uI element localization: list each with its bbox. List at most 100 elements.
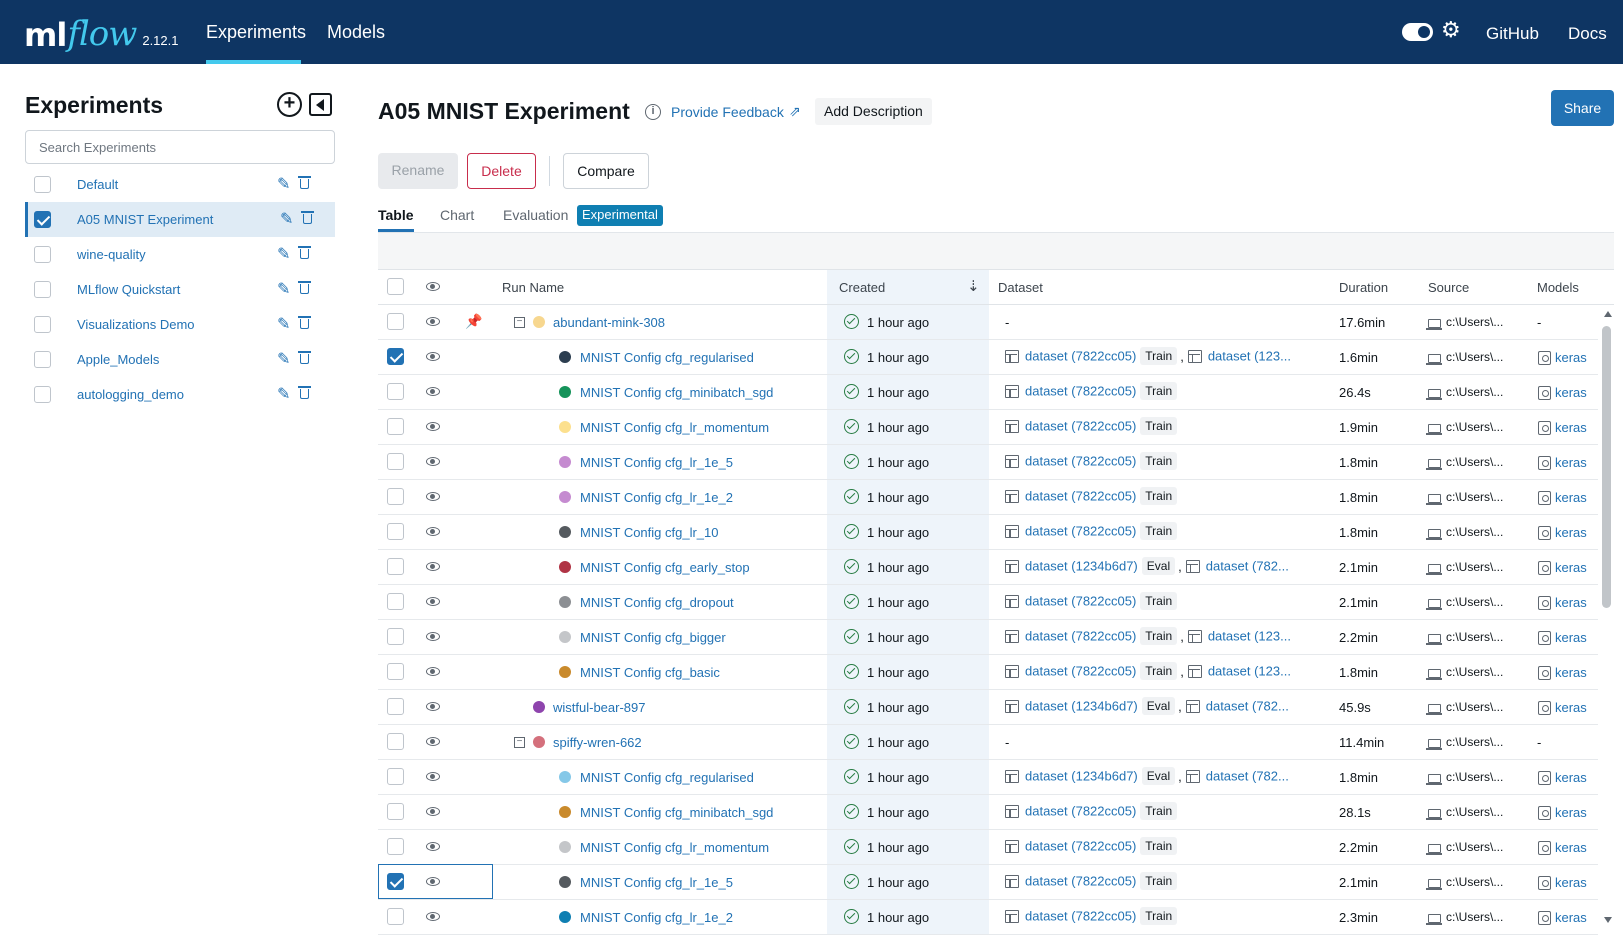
info-icon[interactable]: i	[645, 104, 661, 120]
run-source[interactable]: c:\Users\...	[1446, 665, 1503, 679]
eye-icon[interactable]	[426, 842, 440, 851]
dataset-link[interactable]: dataset (7822cc05)	[1025, 874, 1136, 889]
dataset-link[interactable]: dataset (7822cc05)	[1025, 384, 1136, 399]
dataset-link[interactable]: dataset (1234b6d7)	[1025, 699, 1138, 714]
experiment-name[interactable]: Default	[77, 177, 118, 192]
dataset-link[interactable]: dataset (7822cc05)	[1025, 594, 1136, 609]
eye-icon[interactable]	[426, 387, 440, 396]
column-source[interactable]: Source	[1428, 280, 1469, 295]
eye-icon[interactable]	[426, 632, 440, 641]
run-name-link[interactable]: MNIST Config cfg_lr_1e_2	[580, 910, 733, 925]
run-source[interactable]: c:\Users\...	[1446, 735, 1503, 749]
model-link[interactable]: keras	[1555, 630, 1587, 645]
pin-icon[interactable]: 📌	[465, 313, 482, 330]
trash-icon[interactable]	[298, 386, 311, 399]
toggle-all-visibility-icon[interactable]	[426, 282, 440, 291]
run-name-link[interactable]: abundant-mink-308	[553, 315, 665, 330]
search-experiments-input[interactable]: Search Experiments	[25, 130, 335, 164]
table-row[interactable]: MNIST Config cfg_bigger 1 hour ago dataset…	[378, 620, 1598, 655]
trash-icon[interactable]	[298, 316, 311, 329]
experiment-name[interactable]: autologging_demo	[77, 387, 184, 402]
scroll-up-arrow-icon[interactable]	[1604, 311, 1612, 317]
table-row[interactable]: MNIST Config cfg_minibatch_sgd 1 hour ago…	[378, 375, 1598, 410]
select-all-checkbox[interactable]	[387, 278, 404, 295]
share-button[interactable]: Share	[1551, 90, 1614, 126]
trash-icon[interactable]	[298, 246, 311, 259]
add-description-button[interactable]: Add Description	[815, 98, 932, 125]
eye-icon[interactable]	[426, 597, 440, 606]
column-created[interactable]: Created	[839, 280, 885, 295]
model-link[interactable]: keras	[1555, 805, 1587, 820]
eye-icon[interactable]	[426, 772, 440, 781]
scrollbar-thumb[interactable]	[1602, 326, 1611, 608]
run-source[interactable]: c:\Users\...	[1446, 805, 1503, 819]
experiment-checkbox[interactable]	[34, 281, 51, 298]
dataset-link[interactable]: dataset (7822cc05)	[1025, 804, 1136, 819]
eye-icon[interactable]	[426, 422, 440, 431]
experiment-name[interactable]: A05 MNIST Experiment	[77, 212, 213, 227]
gear-icon[interactable]: ⚙	[1441, 18, 1461, 42]
table-row[interactable]: MNIST Config cfg_lr_1e_2 1 hour ago datase…	[378, 900, 1598, 935]
dataset-link[interactable]: dataset (7822cc05)	[1025, 839, 1136, 854]
run-color-dot[interactable]	[559, 911, 571, 923]
experiment-checkbox[interactable]	[34, 176, 51, 193]
run-color-dot[interactable]	[559, 456, 571, 468]
run-color-dot[interactable]	[559, 421, 571, 433]
table-row[interactable]: MNIST Config cfg_lr_momentum 1 hour ago da…	[378, 410, 1598, 445]
column-dataset[interactable]: Dataset	[998, 280, 1043, 295]
run-source[interactable]: c:\Users\...	[1446, 490, 1503, 504]
run-color-dot[interactable]	[559, 561, 571, 573]
docs-link[interactable]: Docs	[1568, 24, 1607, 44]
model-link[interactable]: keras	[1555, 350, 1587, 365]
eye-icon[interactable]	[426, 492, 440, 501]
collapse-group-icon[interactable]: −	[514, 737, 525, 748]
dataset-link[interactable]: dataset (782...	[1206, 559, 1289, 574]
table-row[interactable]: MNIST Config cfg_lr_10 1 hour ago dataset …	[378, 515, 1598, 550]
row-checkbox[interactable]	[387, 908, 404, 925]
run-color-dot[interactable]	[533, 736, 545, 748]
eye-icon[interactable]	[426, 527, 440, 536]
row-checkbox[interactable]	[387, 803, 404, 820]
eye-icon[interactable]	[426, 352, 440, 361]
run-name-link[interactable]: MNIST Config cfg_early_stop	[580, 560, 750, 575]
run-color-dot[interactable]	[559, 386, 571, 398]
dataset-link[interactable]: dataset (1234b6d7)	[1025, 559, 1138, 574]
eye-icon[interactable]	[426, 807, 440, 816]
dataset-link[interactable]: dataset (782...	[1206, 769, 1289, 784]
run-name-link[interactable]: MNIST Config cfg_lr_1e_5	[580, 875, 733, 890]
run-color-dot[interactable]	[559, 666, 571, 678]
column-run-name[interactable]: Run Name	[502, 280, 564, 295]
row-checkbox[interactable]	[387, 488, 404, 505]
run-color-dot[interactable]	[559, 596, 571, 608]
run-color-dot[interactable]	[559, 806, 571, 818]
dataset-link[interactable]: dataset (7822cc05)	[1025, 524, 1136, 539]
collapse-group-icon[interactable]: −	[514, 317, 525, 328]
experiment-checkbox[interactable]	[34, 386, 51, 403]
sidebar-item[interactable]: Visualizations Demo ✎	[25, 307, 335, 342]
experiment-checkbox[interactable]	[34, 351, 51, 368]
dark-mode-toggle[interactable]	[1402, 23, 1433, 41]
table-row[interactable]: MNIST Config cfg_dropout 1 hour ago datase…	[378, 585, 1598, 620]
run-source[interactable]: c:\Users\...	[1446, 840, 1503, 854]
table-row[interactable]: MNIST Config cfg_lr_1e_5 1 hour ago datase…	[378, 865, 1598, 900]
model-link[interactable]: keras	[1555, 490, 1587, 505]
run-name-link[interactable]: MNIST Config cfg_bigger	[580, 630, 726, 645]
table-row[interactable]: MNIST Config cfg_lr_1e_5 1 hour ago datase…	[378, 445, 1598, 480]
tab-chart[interactable]: Chart	[440, 207, 474, 223]
row-checkbox[interactable]	[387, 768, 404, 785]
create-experiment-icon[interactable]: +	[277, 92, 302, 117]
table-row[interactable]: MNIST Config cfg_early_stop 1 hour ago dat…	[378, 550, 1598, 585]
scroll-down-arrow-icon[interactable]	[1604, 917, 1612, 923]
experiment-name[interactable]: MLflow Quickstart	[77, 282, 180, 297]
row-checkbox[interactable]	[387, 453, 404, 470]
table-row[interactable]: MNIST Config cfg_lr_1e_2 1 hour ago datase…	[378, 480, 1598, 515]
run-source[interactable]: c:\Users\...	[1446, 875, 1503, 889]
run-color-dot[interactable]	[559, 771, 571, 783]
provide-feedback-link[interactable]: Provide Feedback	[671, 104, 784, 120]
run-name-link[interactable]: MNIST Config cfg_lr_1e_2	[580, 490, 733, 505]
run-source[interactable]: c:\Users\...	[1446, 420, 1503, 434]
edit-pencil-icon[interactable]: ✎	[280, 209, 293, 229]
dataset-link[interactable]: dataset (782...	[1206, 699, 1289, 714]
row-checkbox[interactable]	[387, 698, 404, 715]
tab-table[interactable]: Table	[378, 207, 414, 223]
